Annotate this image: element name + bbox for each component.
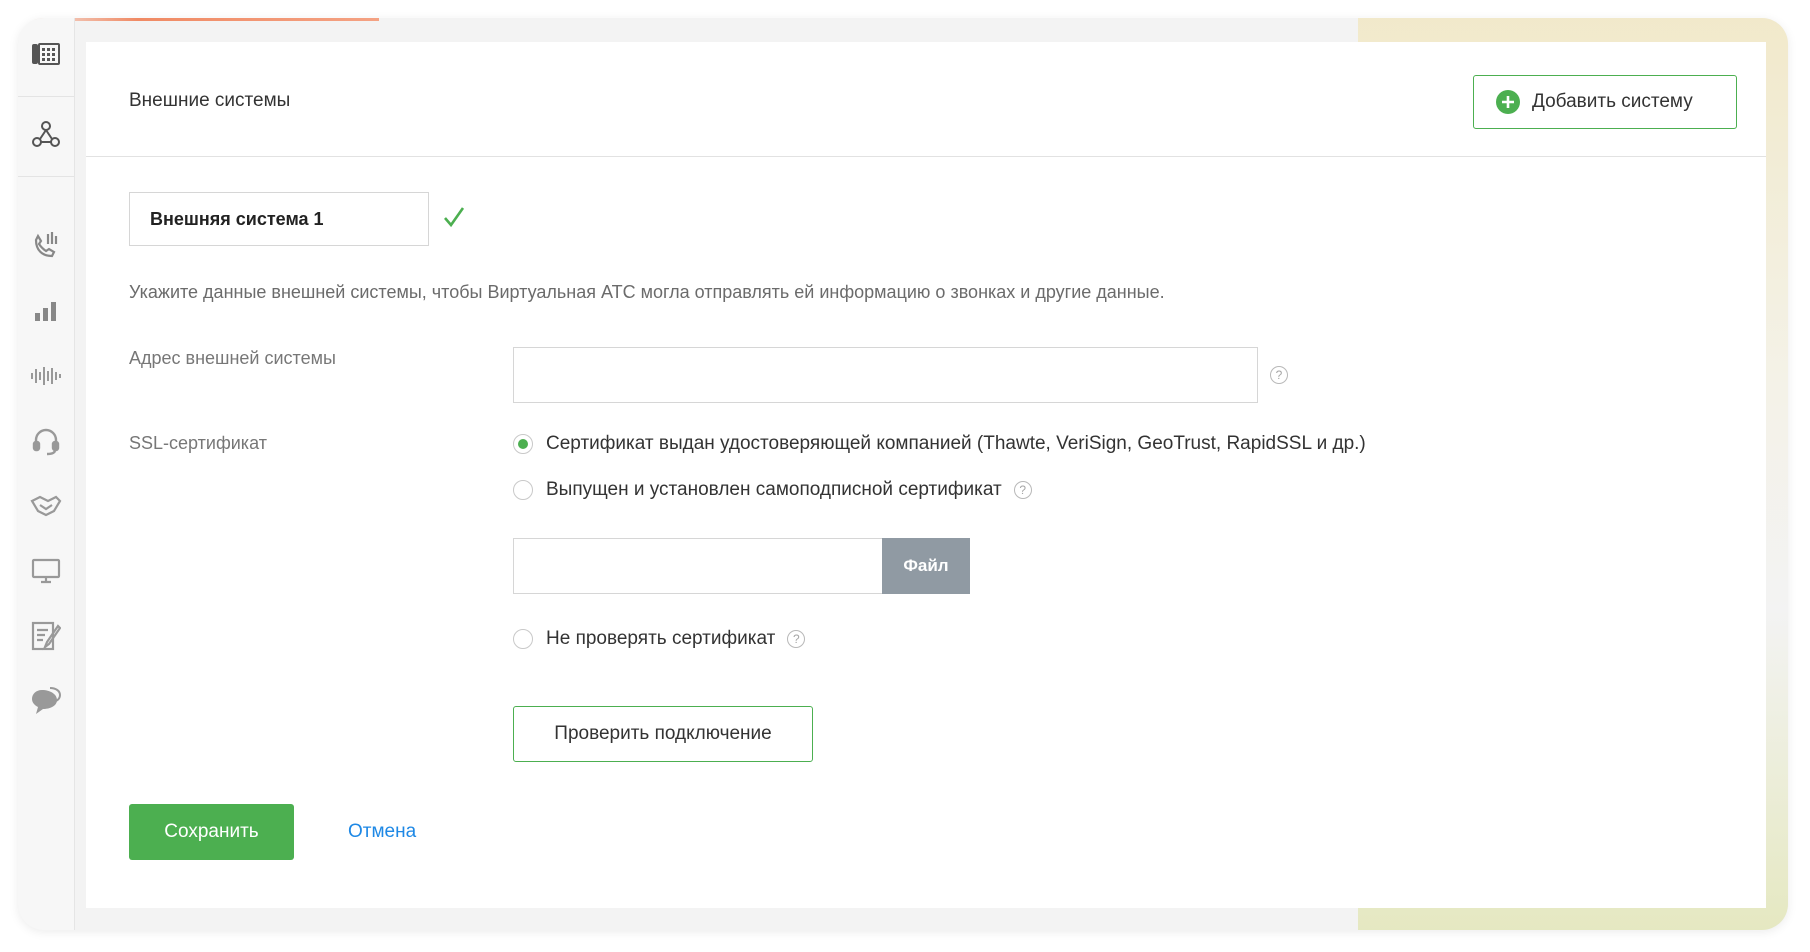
radio-button[interactable] (513, 434, 533, 454)
ssl-option-label: Выпущен и установлен самоподписной серти… (546, 479, 1002, 500)
chat-icon[interactable] (28, 683, 64, 719)
ssl-label: SSL-сертификат (129, 433, 267, 453)
page-header: Внешние системы Добавить систему (86, 42, 1766, 157)
no-verify-help-icon[interactable]: ? (787, 630, 806, 648)
checkmark-icon (442, 204, 466, 236)
call-tracking-icon[interactable] (28, 228, 64, 264)
address-input[interactable] (513, 347, 1258, 403)
form-hint: Укажите данные внешней системы, чтобы Ви… (129, 282, 1165, 302)
handshake-icon[interactable] (28, 488, 64, 524)
ssl-option-trusted-ca[interactable]: Сертификат выдан удостоверяющей компание… (513, 433, 1366, 455)
address-help-icon[interactable]: ? (1270, 366, 1288, 384)
form-icon[interactable] (28, 618, 64, 654)
self-signed-help-icon[interactable]: ? (1013, 481, 1032, 499)
recordings-icon[interactable] (28, 358, 64, 394)
check-connection-button[interactable]: Проверить подключение (513, 706, 813, 762)
main-content: Внешние системы Добавить систему Внешняя… (86, 42, 1766, 908)
radio-button[interactable] (513, 480, 533, 500)
top-accent-bar (34, 18, 379, 21)
certificate-file-input[interactable] (513, 538, 883, 594)
monitor-icon[interactable] (28, 553, 64, 589)
plus-icon (1496, 90, 1520, 114)
ssl-option-label: Сертификат выдан удостоверяющей компание… (546, 433, 1366, 454)
sidebar-divider (18, 96, 74, 97)
page-title: Внешние системы (129, 90, 291, 111)
ssl-option-label: Не проверять сертификат (546, 628, 776, 649)
sidebar (18, 18, 75, 930)
ssl-option-self-signed[interactable]: Выпущен и установлен самоподписной серти… (513, 479, 1032, 501)
file-button[interactable]: Файл (882, 538, 970, 594)
sidebar-divider (18, 176, 74, 177)
headset-icon[interactable] (28, 423, 64, 459)
radio-selected-dot (518, 439, 528, 449)
add-system-button[interactable]: Добавить систему (1473, 75, 1737, 129)
save-button[interactable]: Сохранить (129, 804, 294, 860)
webhook-icon[interactable] (28, 116, 64, 152)
add-system-label: Добавить систему (1532, 91, 1693, 112)
app-window: Внешние системы Добавить систему Внешняя… (18, 18, 1788, 930)
radio-button[interactable] (513, 629, 533, 649)
ssl-option-no-verify[interactable]: Не проверять сертификат ? (513, 628, 806, 650)
pbx-icon[interactable] (28, 36, 64, 72)
address-label: Адрес внешней системы (129, 348, 336, 368)
system-name-field[interactable]: Внешняя система 1 (129, 192, 429, 246)
cancel-link[interactable]: Отмена (348, 821, 416, 843)
screen: Внешние системы Добавить систему Внешняя… (0, 0, 1810, 952)
stats-icon[interactable] (28, 293, 64, 329)
